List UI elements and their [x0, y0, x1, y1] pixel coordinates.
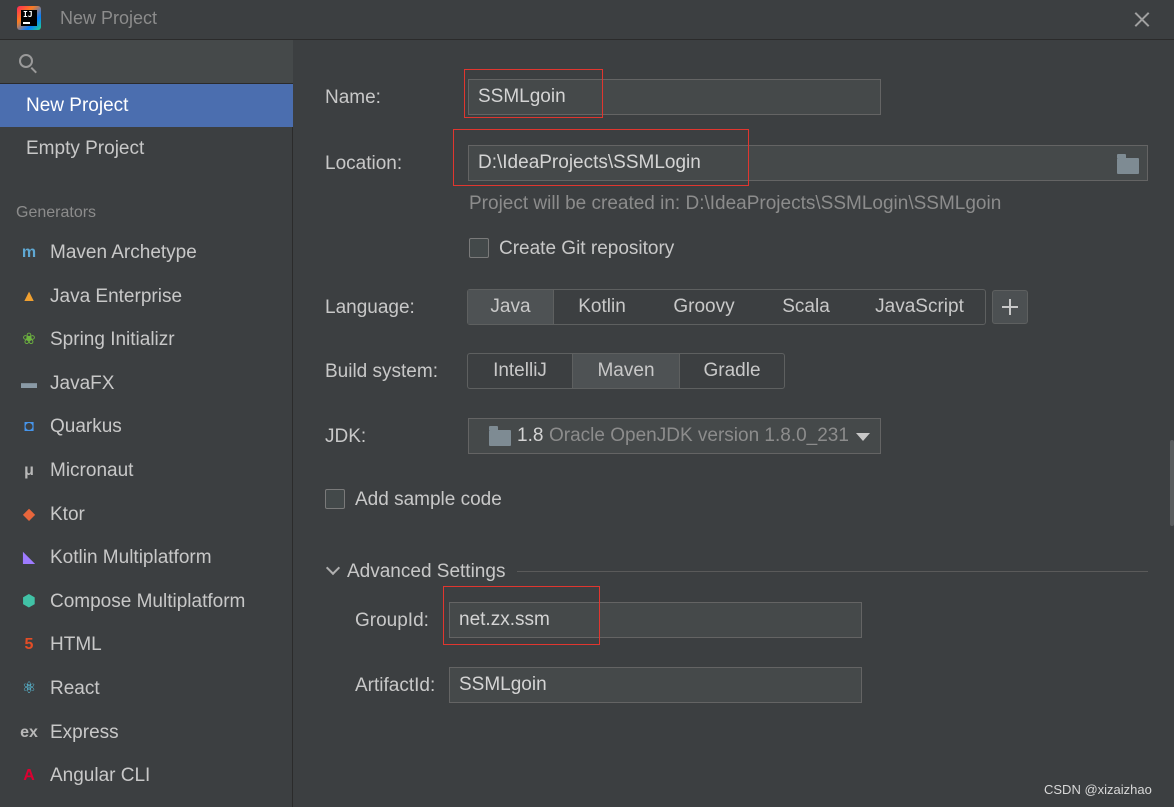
- generator-label: Express: [50, 721, 119, 743]
- language-option-java[interactable]: Java: [468, 290, 554, 324]
- build-option-gradle[interactable]: Gradle: [680, 354, 784, 388]
- sample-code-label: Add sample code: [355, 489, 502, 510]
- language-label: Language:: [325, 297, 415, 318]
- generator-label: Spring Initializr: [50, 329, 175, 351]
- express-icon: ex: [20, 723, 38, 741]
- generator-item[interactable]: ⬢ Compose Multiplatform: [0, 582, 293, 622]
- generator-label: React: [50, 678, 100, 699]
- generator-item[interactable]: m Maven Archetype: [0, 233, 293, 273]
- sidebar-item-label: Empty Project: [26, 138, 145, 159]
- scrollbar-thumb[interactable]: [1170, 440, 1174, 526]
- groupid-label: GroupId:: [355, 610, 429, 631]
- sample-code-checkbox[interactable]: [325, 489, 345, 509]
- highlight-box-groupid: [443, 586, 600, 645]
- sidebar-search[interactable]: [0, 40, 293, 84]
- highlight-box-location: [453, 129, 749, 186]
- generator-label: Java Enterprise: [50, 285, 183, 307]
- project-type-sidebar: New Project Empty Project Generators m Ma…: [0, 40, 293, 807]
- git-label: Create Git repository: [499, 238, 675, 259]
- generators-header: Generators: [16, 204, 97, 221]
- jdk-label: JDK:: [325, 426, 367, 447]
- kotlin-icon: ◣: [22, 549, 36, 567]
- watermark: CSDN @xizaizhao: [1044, 782, 1152, 797]
- generator-item[interactable]: μ Micronaut: [0, 451, 293, 491]
- jdk-detail: Oracle OpenJDK version 1.8.0_231: [549, 425, 849, 446]
- generator-label: Kotlin Multiplatform: [50, 547, 212, 569]
- generator-label: Maven Archetype: [50, 242, 197, 263]
- intellij-logo-icon: IJ: [17, 6, 41, 30]
- generator-label: HTML: [50, 634, 102, 656]
- browse-folder-icon[interactable]: [1117, 154, 1139, 174]
- react-icon: ⚛: [21, 680, 37, 697]
- generator-label: JavaFX: [50, 372, 115, 394]
- advanced-settings-label: Advanced Settings: [347, 561, 506, 582]
- jdk-dropdown[interactable]: 1.8 Oracle OpenJDK version 1.8.0_231: [468, 418, 881, 454]
- micronaut-icon: μ: [24, 462, 34, 479]
- highlight-box-name: [464, 69, 603, 118]
- java-enterprise-icon: ▲: [21, 287, 37, 305]
- chevron-down-icon: [856, 433, 870, 441]
- maven-icon: m: [21, 244, 37, 261]
- search-icon: [19, 54, 33, 68]
- generator-item[interactable]: ◣ Kotlin Multiplatform: [0, 538, 293, 578]
- compose-icon: ⬢: [22, 592, 36, 610]
- generator-item[interactable]: ◆ Ktor: [0, 495, 293, 535]
- generator-item[interactable]: ex Express: [0, 713, 293, 753]
- javafx-folder-icon: ▬: [21, 374, 37, 392]
- name-label: Name:: [325, 87, 381, 108]
- generator-item[interactable]: 5 HTML: [0, 625, 293, 665]
- spring-icon: ❀: [22, 331, 36, 349]
- language-option-javascript[interactable]: JavaScript: [854, 290, 985, 324]
- project-form: Name: SSMLgoin Location: D:\IdeaProjects…: [294, 40, 1174, 807]
- language-option-scala[interactable]: Scala: [758, 290, 854, 324]
- title-bar: IJ New Project: [0, 0, 1174, 40]
- window-title: New Project: [60, 8, 158, 28]
- language-option-groovy[interactable]: Groovy: [650, 290, 758, 324]
- git-checkbox[interactable]: [469, 238, 489, 258]
- generator-label: Angular CLI: [50, 765, 151, 787]
- generator-item[interactable]: ▲ Java Enterprise: [0, 277, 293, 317]
- jdk-version: 1.8: [517, 425, 544, 446]
- angular-icon: A: [23, 767, 35, 785]
- advanced-divider: [517, 571, 1148, 572]
- close-icon[interactable]: [1126, 4, 1158, 34]
- generator-item[interactable]: ▬ JavaFX: [0, 364, 293, 404]
- sidebar-item-new-project[interactable]: New Project: [0, 84, 293, 127]
- generator-label: Compose Multiplatform: [50, 590, 246, 612]
- artifactid-label: ArtifactId:: [355, 675, 436, 696]
- generator-item[interactable]: ◘ Quarkus: [0, 407, 293, 447]
- sidebar-item-empty-project[interactable]: Empty Project: [0, 127, 293, 170]
- generator-item[interactable]: ⚛ React: [0, 669, 293, 709]
- language-selector: Java Kotlin Groovy Scala JavaScript: [467, 289, 986, 325]
- generator-item[interactable]: A Angular CLI: [0, 756, 293, 796]
- artifactid-input[interactable]: SSMLgoin: [449, 667, 862, 703]
- location-hint: Project will be created in: D:\IdeaProje…: [469, 193, 1002, 214]
- sidebar-item-label: New Project: [26, 95, 129, 116]
- html5-icon: 5: [24, 636, 34, 654]
- chevron-down-icon: [325, 560, 341, 576]
- generator-item[interactable]: ❀ Spring Initializr: [0, 320, 293, 360]
- jdk-folder-icon: [489, 426, 511, 446]
- add-language-plus-icon[interactable]: [992, 290, 1028, 324]
- location-label: Location:: [325, 153, 403, 174]
- ktor-icon: ◆: [22, 505, 36, 523]
- build-system-label: Build system:: [325, 361, 438, 382]
- build-option-intellij[interactable]: IntelliJ: [468, 354, 572, 388]
- build-option-maven[interactable]: Maven: [572, 354, 680, 388]
- build-system-selector: IntelliJ Maven Gradle: [467, 353, 785, 389]
- generator-label: Micronaut: [50, 460, 134, 481]
- quarkus-icon: ◘: [24, 418, 34, 436]
- language-option-kotlin[interactable]: Kotlin: [554, 290, 650, 324]
- logo-text: IJ: [23, 10, 33, 19]
- generator-label: Quarkus: [50, 416, 122, 438]
- generator-label: Ktor: [50, 503, 85, 525]
